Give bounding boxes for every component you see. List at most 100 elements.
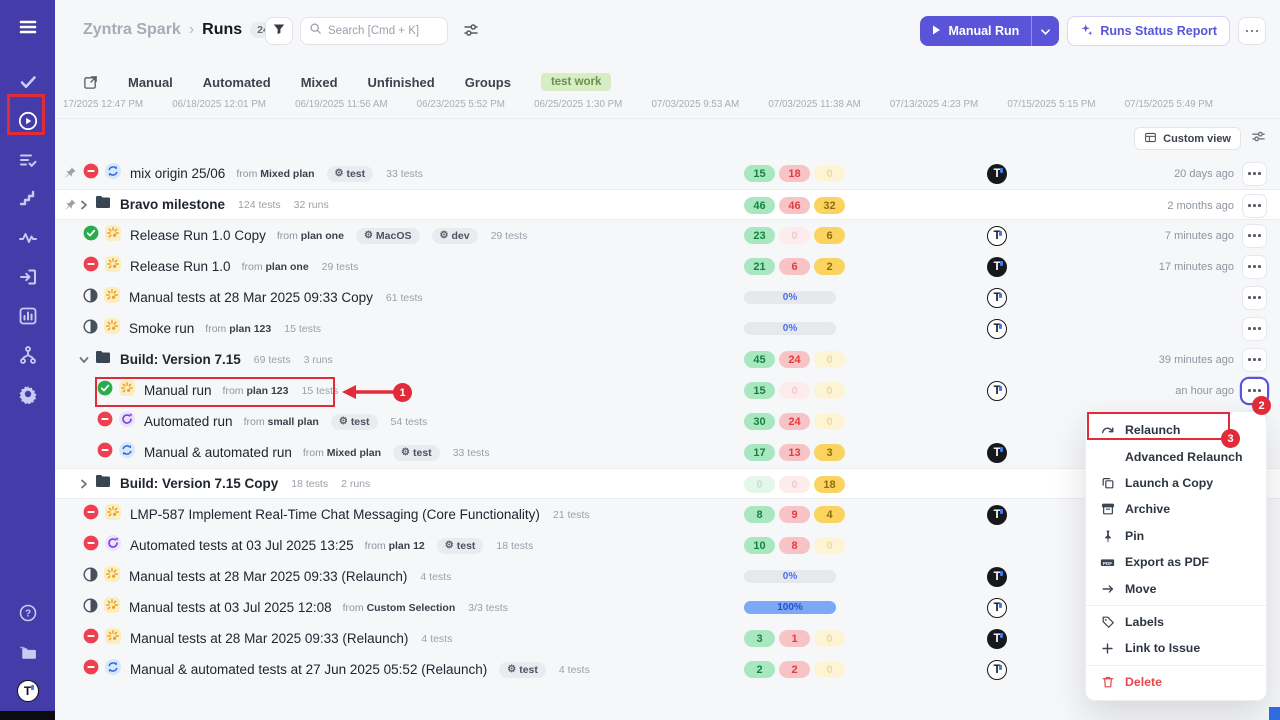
row-more-button[interactable] xyxy=(1242,348,1267,372)
help-icon[interactable]: ? xyxy=(17,602,39,624)
run-name[interactable]: Build: Version 7.15 xyxy=(120,352,241,367)
row-more-button[interactable] xyxy=(1242,317,1267,341)
run-name[interactable]: Manual run xyxy=(144,383,212,398)
sidebar-item-activity[interactable] xyxy=(0,218,55,257)
assignee-avatar[interactable]: T xyxy=(987,381,1007,401)
runs-board-icon[interactable] xyxy=(83,75,98,90)
adjustments-icon[interactable] xyxy=(463,22,479,43)
menu-item-launch-a-copy[interactable]: Launch a Copy xyxy=(1086,470,1266,496)
view-adjust-icon[interactable] xyxy=(1251,129,1266,149)
menu-item-link-to-issue[interactable]: Link to Issue xyxy=(1086,635,1266,661)
breadcrumb-project[interactable]: Zyntra Spark xyxy=(83,21,181,39)
run-name[interactable]: Smoke run xyxy=(129,321,194,336)
sidebar-item-play-circle[interactable] xyxy=(0,101,55,140)
run-name[interactable]: Release Run 1.0 xyxy=(130,259,231,274)
sidebar-item-list-check[interactable] xyxy=(0,140,55,179)
assignee-avatar[interactable]: T xyxy=(987,288,1007,308)
sidebar-item-bar-chart[interactable] xyxy=(0,296,55,335)
runs-status-report-button[interactable]: Runs Status Report xyxy=(1067,16,1230,46)
list-check-icon xyxy=(17,149,39,171)
other-count-pill: 2 xyxy=(814,258,845,275)
branch-icon xyxy=(17,344,39,366)
passed-count-pill: 15 xyxy=(744,165,775,182)
chevron-right-icon[interactable] xyxy=(79,479,89,489)
config-badge[interactable]: ⚙test xyxy=(393,445,440,461)
menu-item-delete[interactable]: Delete xyxy=(1086,669,1266,695)
chevron-down-icon[interactable] xyxy=(79,355,89,365)
assignee-avatar[interactable]: T xyxy=(987,257,1007,277)
sidebar-item-gear[interactable] xyxy=(0,374,55,413)
search-input[interactable] xyxy=(328,25,438,37)
sidebar-item-branch[interactable] xyxy=(0,335,55,374)
assignee-avatar[interactable]: T xyxy=(987,629,1007,649)
assignee-avatar[interactable]: T xyxy=(987,660,1007,680)
config-badge[interactable]: ⚙test xyxy=(499,662,546,678)
run-name[interactable]: Manual tests at 28 Mar 2025 09:33 (Relau… xyxy=(129,569,407,584)
menu-item-labels[interactable]: Labels xyxy=(1086,609,1266,635)
run-name[interactable]: mix origin 25/06 xyxy=(130,166,225,181)
header-more-button[interactable] xyxy=(1238,17,1266,45)
menu-item-pin[interactable]: Pin xyxy=(1086,523,1266,549)
manual-run-dropdown[interactable] xyxy=(1032,16,1059,46)
menu-item-relaunch[interactable]: Relaunch xyxy=(1086,417,1266,443)
timeline-date: 07/03/2025 9:53 AM xyxy=(651,99,739,110)
row-more-button[interactable] xyxy=(1242,255,1267,279)
sidebar-item-checkmark[interactable] xyxy=(0,62,55,101)
custom-view-button[interactable]: Custom view xyxy=(1134,127,1241,150)
sidebar-avatar[interactable]: T xyxy=(17,680,39,702)
status-failed-icon xyxy=(83,659,99,680)
assignee-avatar[interactable]: T xyxy=(987,443,1007,463)
menu-item-archive[interactable]: Archive xyxy=(1086,496,1266,522)
run-name[interactable]: Manual & automated run xyxy=(144,445,292,460)
chevron-down-icon xyxy=(1041,22,1050,40)
run-name[interactable]: Manual & automated tests at 27 Jun 2025 … xyxy=(130,662,487,677)
run-name[interactable]: Manual tests at 28 Mar 2025 09:33 Copy xyxy=(129,290,373,305)
active-filter-badge[interactable]: test work xyxy=(541,73,612,91)
filter-button[interactable] xyxy=(265,17,293,45)
config-badge[interactable]: ⚙test xyxy=(327,166,374,182)
assignee-avatar[interactable]: T xyxy=(987,598,1007,618)
run-name[interactable]: Build: Version 7.15 Copy xyxy=(120,476,278,491)
config-badge[interactable]: ⚙dev xyxy=(432,228,478,244)
run-name[interactable]: Bravo milestone xyxy=(120,197,225,212)
run-name[interactable]: Release Run 1.0 Copy xyxy=(130,228,266,243)
config-badge[interactable]: ⚙test xyxy=(437,538,484,554)
breadcrumb: Zyntra Spark › Runs 246 xyxy=(83,21,282,39)
sidebar-item-steps[interactable] xyxy=(0,179,55,218)
config-badge[interactable]: ⚙test xyxy=(331,414,378,430)
tab-mixed[interactable]: Mixed xyxy=(301,75,338,90)
row-more-button[interactable] xyxy=(1242,162,1267,186)
run-name[interactable]: LMP-587 Implement Real-Time Chat Messagi… xyxy=(130,507,540,522)
passed-count-pill: 17 xyxy=(744,444,775,461)
row-more-button[interactable] xyxy=(1242,194,1267,218)
row-more-button[interactable] xyxy=(1242,224,1267,248)
assignee-avatar[interactable]: T xyxy=(987,505,1007,525)
assignee-avatar[interactable]: T xyxy=(987,319,1007,339)
menu-divider xyxy=(1086,665,1266,666)
hamburger-menu-icon[interactable] xyxy=(17,16,39,38)
tab-groups[interactable]: Groups xyxy=(465,75,511,90)
sidebar-item-import[interactable] xyxy=(0,257,55,296)
menu-item-move[interactable]: Move xyxy=(1086,575,1266,601)
tab-unfinished[interactable]: Unfinished xyxy=(368,75,435,90)
assignee-avatar[interactable]: T xyxy=(987,164,1007,184)
search-box[interactable] xyxy=(300,17,448,45)
menu-item-label: Pin xyxy=(1125,529,1144,543)
row-more-button[interactable] xyxy=(1242,286,1267,310)
config-badge[interactable]: ⚙MacOS xyxy=(356,228,420,244)
run-name[interactable]: Manual tests at 03 Jul 2025 12:08 xyxy=(129,600,332,615)
run-name[interactable]: Automated tests at 03 Jul 2025 13:25 xyxy=(130,538,354,553)
tab-manual[interactable]: Manual xyxy=(128,75,173,90)
assignee-avatar[interactable]: T xyxy=(987,567,1007,587)
assignee-avatar[interactable]: T xyxy=(987,226,1007,246)
run-name[interactable]: Manual tests at 28 Mar 2025 09:33 (Relau… xyxy=(130,631,408,646)
menu-item-export-as-pdf[interactable]: PDFExport as PDF xyxy=(1086,549,1266,575)
menu-item-advanced-relaunch[interactable]: Advanced Relaunch xyxy=(1086,443,1266,469)
chevron-right-icon[interactable] xyxy=(79,200,89,210)
tab-automated[interactable]: Automated xyxy=(203,75,271,90)
manual-run-split-button[interactable]: Manual Run xyxy=(920,16,1059,46)
row-more-button[interactable] xyxy=(1242,379,1267,403)
folders-icon[interactable] xyxy=(17,641,39,663)
run-name[interactable]: Automated run xyxy=(144,414,233,429)
tests-count: 4 tests xyxy=(420,571,451,583)
